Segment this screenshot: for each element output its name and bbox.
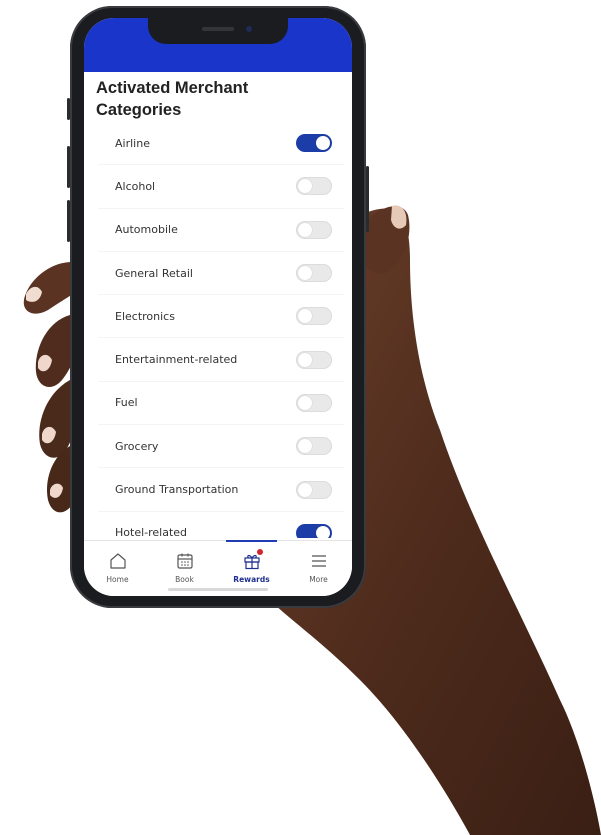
calendar-icon: [176, 553, 193, 569]
tab-more[interactable]: More: [285, 541, 352, 596]
alcohol-toggle[interactable]: [296, 177, 332, 196]
toggle-knob: [298, 439, 312, 454]
power-button: [366, 166, 369, 232]
category-row-general-retail[interactable]: General Retail: [98, 251, 344, 295]
category-row-automobile[interactable]: Automobile: [98, 208, 344, 251]
electronics-toggle[interactable]: [296, 307, 332, 326]
category-label: Ground Transportation: [115, 483, 239, 497]
toggle-knob: [298, 222, 312, 237]
speaker-grille: [202, 27, 234, 31]
category-label: Entertainment-related: [115, 353, 238, 367]
tab-label: Home: [106, 575, 129, 584]
airline-toggle[interactable]: [296, 134, 332, 153]
category-row-entertainment[interactable]: Entertainment-related: [98, 338, 344, 381]
menu-icon: [311, 555, 326, 567]
category-label: Automobile: [115, 223, 178, 237]
toggle-knob: [298, 395, 312, 410]
toggle-knob: [298, 266, 312, 281]
phone-screen: Activated Merchant Categories Airline Al…: [84, 18, 352, 596]
category-row-grocery[interactable]: Grocery: [98, 425, 344, 468]
notch: [148, 18, 288, 44]
grocery-toggle[interactable]: [296, 437, 332, 456]
home-indicator: [168, 588, 268, 591]
toggle-knob: [298, 309, 312, 324]
category-label: Airline: [115, 136, 150, 150]
category-label: Electronics: [115, 309, 175, 323]
category-row-fuel[interactable]: Fuel: [98, 381, 344, 425]
front-camera: [246, 26, 252, 32]
category-label: Grocery: [115, 439, 159, 453]
home-icon: [109, 553, 126, 569]
fuel-toggle[interactable]: [296, 393, 332, 412]
phone-frame: Activated Merchant Categories Airline Al…: [67, 6, 369, 608]
volume-up-button: [67, 146, 70, 188]
category-label: Hotel-related: [115, 526, 188, 538]
category-label: Alcohol: [115, 179, 156, 193]
category-row-airline[interactable]: Airline: [98, 122, 344, 165]
toggle-knob: [298, 352, 312, 367]
category-row-hotel[interactable]: Hotel-related: [98, 511, 344, 538]
page-title: Activated Merchant Categories: [96, 79, 249, 119]
automobile-toggle[interactable]: [296, 220, 332, 239]
category-list[interactable]: Airline Alcohol Automobile General Retai…: [98, 122, 344, 538]
ground-transportation-toggle[interactable]: [296, 480, 332, 499]
toggle-knob: [316, 525, 330, 538]
entertainment-toggle[interactable]: [296, 350, 332, 369]
category-label: Fuel: [115, 396, 138, 410]
silent-switch: [67, 98, 70, 120]
volume-down-button: [67, 200, 70, 242]
toggle-knob: [298, 482, 312, 497]
category-row-electronics[interactable]: Electronics: [98, 295, 344, 338]
general-retail-toggle[interactable]: [296, 264, 332, 283]
category-label: General Retail: [115, 266, 193, 280]
notification-badge: [257, 549, 263, 555]
category-row-ground-transportation[interactable]: Ground Transportation: [98, 468, 344, 511]
toggle-knob: [316, 136, 330, 151]
tab-label: Book: [175, 575, 194, 584]
tab-home[interactable]: Home: [84, 541, 151, 596]
hotel-toggle[interactable]: [296, 523, 332, 538]
toggle-knob: [298, 179, 312, 194]
tab-label: More: [309, 575, 328, 584]
tab-label: Rewards: [233, 575, 270, 584]
category-row-alcohol[interactable]: Alcohol: [98, 165, 344, 208]
